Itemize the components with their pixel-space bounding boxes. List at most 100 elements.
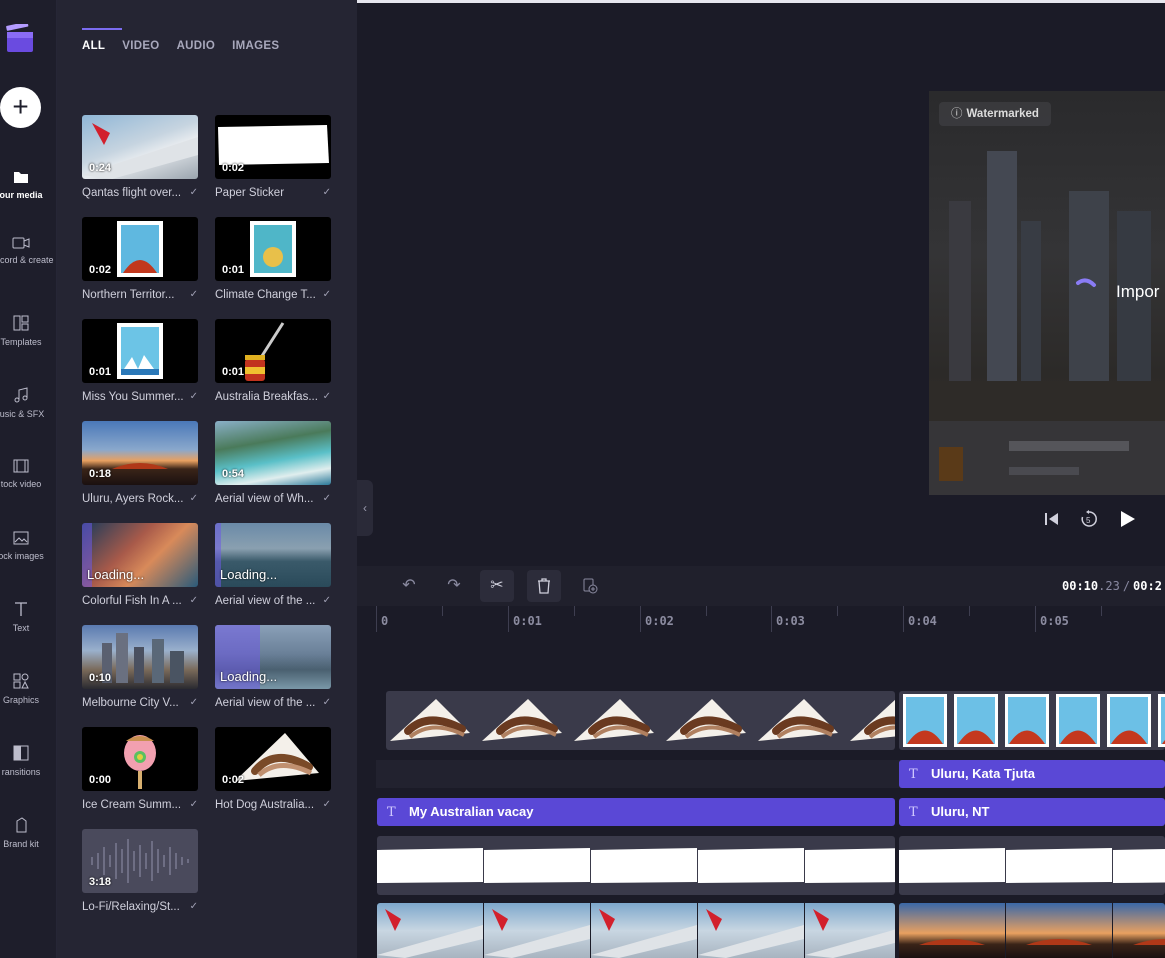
sidebar-item-text[interactable]: Text	[0, 601, 56, 633]
media-item-title: Miss You Summer...	[82, 391, 184, 403]
split-button[interactable]: ✂	[480, 570, 514, 602]
sidebar-item-graphics[interactable]: Graphics	[0, 673, 56, 705]
timeline-clip-qantas-flight[interactable]	[377, 903, 895, 958]
ruler-tick	[837, 606, 838, 616]
media-item[interactable]: Loading... Aerial view of the ... ✓	[215, 523, 331, 607]
redo-button[interactable]: ↷	[437, 570, 471, 602]
app-logo-icon[interactable]	[5, 24, 35, 54]
undo-button[interactable]: ↶	[392, 570, 426, 602]
media-item[interactable]: 0:02 Northern Territor... ✓	[82, 217, 198, 301]
ruler-tick	[574, 606, 575, 616]
text-clip-uluru-kata-tjuta[interactable]: T Uluru, Kata Tjuta	[899, 760, 1165, 788]
sidebar-item-brand-kit[interactable]: Brand kit	[0, 817, 56, 849]
duplicate-button[interactable]	[573, 570, 607, 602]
ruler-tick	[1035, 606, 1036, 632]
uluru-stamp-clip-thumbnails	[903, 694, 1165, 747]
image-icon	[13, 531, 29, 545]
ruler-tick	[442, 606, 443, 616]
sidebar-item-your-media[interactable]: our media	[0, 170, 56, 200]
media-item[interactable]: 0:00 Ice Cream Summ... ✓	[82, 727, 198, 811]
ruler-tick	[640, 606, 641, 632]
ruler-tick	[508, 606, 509, 632]
sidebar-item-music-sfx[interactable]: lusic & SFX	[0, 387, 56, 419]
sidebar-item-stock-images[interactable]: ock images	[0, 531, 56, 561]
media-thumbnail: 0:24	[82, 115, 198, 179]
text-icon: T	[909, 805, 918, 820]
text-clip-uluru-nt[interactable]: T Uluru, NT	[899, 798, 1165, 826]
check-icon: ✓	[322, 187, 331, 198]
media-thumbnail: 0:01	[82, 319, 198, 383]
watermark-badge: ⓘ Watermarked	[939, 102, 1051, 126]
media-item[interactable]: 3:18 Lo-Fi/Relaxing/St... ✓	[82, 829, 198, 913]
media-thumbnail: 3:18	[82, 829, 198, 893]
paper-sticker-clip-thumbnails	[899, 848, 1165, 883]
media-item[interactable]: 0:01 Australia Breakfas... ✓	[215, 319, 331, 403]
text-icon	[15, 602, 27, 616]
media-thumbnail: Loading...	[82, 523, 198, 587]
timeline-clip-hot-dog[interactable]	[386, 691, 895, 750]
sidebar-item-stock-video[interactable]: tock video	[0, 459, 56, 489]
check-icon: ✓	[189, 391, 198, 402]
media-item-title: Aerial view of the ...	[215, 595, 316, 607]
add-media-button[interactable]: +	[0, 87, 41, 128]
play-icon[interactable]	[1117, 509, 1137, 529]
skip-back-icon[interactable]	[1043, 510, 1061, 528]
media-item-title: Melbourne City V...	[82, 697, 179, 709]
check-icon: ✓	[189, 493, 198, 504]
timeline-ruler: 0 0:01 0:02 0:03 0:04 0:05	[357, 606, 1165, 636]
ruler-tick	[969, 606, 970, 616]
sidebar-item-record-create[interactable]: Record & create	[0, 237, 56, 265]
delete-button[interactable]	[527, 570, 561, 602]
check-icon: ✓	[322, 595, 331, 606]
media-item[interactable]: 0:01 Miss You Summer... ✓	[82, 319, 198, 403]
ruler-label: 0:02	[645, 614, 674, 628]
ruler-tick	[706, 606, 707, 616]
film-icon	[13, 459, 29, 473]
media-item[interactable]: 0:10 Melbourne City V... ✓	[82, 625, 198, 709]
ruler-label: 0	[381, 614, 389, 628]
media-item[interactable]: 0:02 Paper Sticker ✓	[215, 115, 331, 199]
sidebar-item-templates[interactable]: Templates	[0, 315, 56, 347]
tab-audio[interactable]: AUDIO	[177, 28, 216, 52]
media-item[interactable]: 0:02 Hot Dog Australia... ✓	[215, 727, 331, 811]
rewind-5-icon[interactable]: 5	[1079, 509, 1099, 529]
tab-video[interactable]: VIDEO	[122, 28, 159, 52]
collapse-panel-button[interactable]: ‹	[357, 480, 373, 536]
media-item-title: Climate Change T...	[215, 289, 316, 301]
tab-all[interactable]: ALL	[82, 28, 123, 52]
timeline-clip-paper-sticker[interactable]	[377, 836, 895, 895]
tab-images[interactable]: IMAGES	[232, 28, 279, 52]
timeline-clip-uluru-stamp[interactable]	[899, 691, 1165, 750]
timeline-clip-uluru-sunset[interactable]	[899, 903, 1165, 958]
loading-spinner-icon	[1076, 278, 1096, 287]
media-thumbnail: 0:02	[215, 727, 331, 791]
check-icon: ✓	[189, 697, 198, 708]
timeline-clip-paper-sticker-2[interactable]	[899, 836, 1165, 895]
media-tabs: ALL VIDEO AUDIO IMAGES	[82, 28, 279, 52]
media-item[interactable]: 0:54 Aerial view of Wh... ✓	[215, 421, 331, 505]
media-item-title: Paper Sticker	[215, 187, 285, 199]
media-item[interactable]: 0:18 Uluru, Ayers Rock... ✓	[82, 421, 198, 505]
media-item[interactable]: Loading... Colorful Fish In A ... ✓	[82, 523, 198, 607]
media-thumbnail: 0:54	[215, 421, 331, 485]
timecode-display: 00:10.23/00:2	[1062, 579, 1162, 593]
media-item[interactable]: Loading... Aerial view of the ... ✓	[215, 625, 331, 709]
media-item-title: Ice Cream Summ...	[82, 799, 182, 811]
info-icon: ⓘ	[951, 108, 963, 120]
media-item-title: Hot Dog Australia...	[215, 799, 315, 811]
media-thumbnail: 0:18	[82, 421, 198, 485]
media-item-title: Aerial view of the ...	[215, 697, 316, 709]
media-item[interactable]: 0:01 Climate Change T... ✓	[215, 217, 331, 301]
media-panel: ALL VIDEO AUDIO IMAGES 0:24 Qantas fligh…	[57, 0, 357, 958]
media-thumbnail: 0:10	[82, 625, 198, 689]
text-clip-my-australian-vacay[interactable]: T My Australian vacay	[377, 798, 895, 826]
ruler-tick	[376, 606, 377, 632]
left-rail: + our media Record & create Templates lu…	[0, 0, 57, 958]
media-item[interactable]: 0:24 Qantas flight over... ✓	[82, 115, 198, 199]
text-icon: T	[909, 767, 918, 782]
media-thumbnail: 0:02	[215, 115, 331, 179]
check-icon: ✓	[189, 901, 198, 912]
redo-icon: ↷	[447, 577, 461, 594]
check-icon: ✓	[189, 595, 198, 606]
sidebar-item-transitions[interactable]: ransitions	[0, 745, 56, 777]
